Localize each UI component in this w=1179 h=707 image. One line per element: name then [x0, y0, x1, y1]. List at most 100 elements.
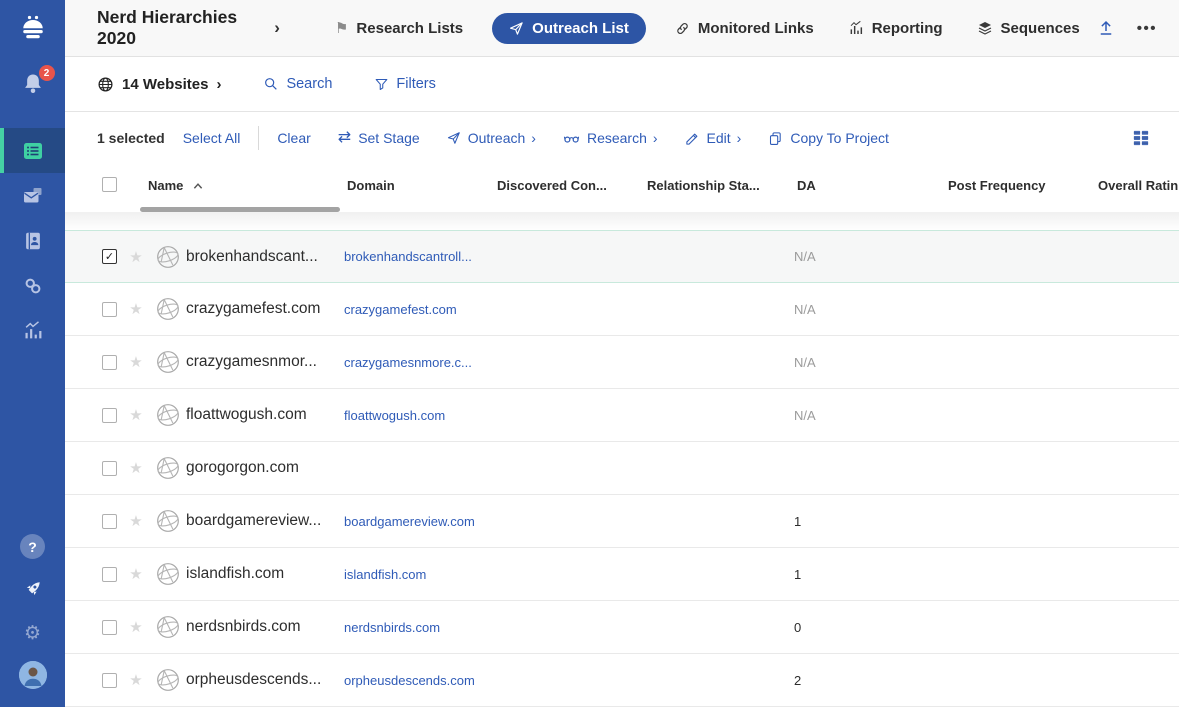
row-checkbox[interactable]: [102, 567, 117, 582]
user-avatar[interactable]: [19, 661, 47, 689]
search-button[interactable]: Search: [263, 76, 332, 92]
set-stage-button[interactable]: ⇄ Set Stage: [338, 130, 420, 146]
chevron-right-icon: ›: [531, 130, 536, 146]
link-icon: [22, 275, 44, 297]
chain-link-icon: [675, 21, 690, 36]
star-icon[interactable]: ★: [127, 353, 145, 371]
toolbar-divider: [258, 126, 259, 150]
table-row[interactable]: ★ floattwogush.comfloattwogush.com N/A: [65, 389, 1179, 442]
research-menu-button[interactable]: Research ›: [563, 130, 658, 147]
star-icon[interactable]: ★: [127, 248, 145, 266]
chevron-right-icon: ›: [653, 130, 658, 146]
more-menu-icon[interactable]: •••: [1137, 20, 1157, 37]
settings-gear-icon[interactable]: ⚙: [24, 624, 41, 643]
site-domain: boardgamereview.com: [344, 514, 494, 529]
domain-link[interactable]: crazygamefest.com: [344, 302, 457, 317]
copy-to-project-button[interactable]: Copy To Project: [768, 130, 889, 146]
filters-button[interactable]: Filters: [374, 76, 435, 92]
row-checkbox[interactable]: [102, 355, 117, 370]
star-icon[interactable]: ★: [127, 406, 145, 424]
site-name[interactable]: boardgamereview...: [186, 512, 344, 530]
edit-menu-button[interactable]: Edit ›: [685, 130, 742, 146]
column-header-domain[interactable]: Domain: [347, 178, 395, 193]
buzzstream-logo-icon[interactable]: [18, 13, 48, 48]
project-title-text: Nerd Hierarchies 2020: [97, 7, 265, 49]
star-icon[interactable]: ★: [127, 565, 145, 583]
row-checkbox[interactable]: [102, 408, 117, 423]
table-row[interactable]: ★crazygamefest.comcrazygamefest.comN/A: [65, 283, 1179, 336]
table-row[interactable]: ★ brokenhandscant...brokenhandscantroll..…: [65, 230, 1179, 283]
site-name[interactable]: floattwogush.com: [186, 406, 344, 424]
table-row[interactable]: ★boardgamereview...boardgamereview.com1: [65, 495, 1179, 548]
row-checkbox[interactable]: [102, 302, 117, 317]
tab-outreach-list[interactable]: Outreach List: [492, 13, 646, 44]
sidebar-item-projects[interactable]: [0, 128, 65, 173]
column-header-discovered[interactable]: Discovered Con...: [497, 178, 607, 193]
site-name[interactable]: orpheusdescends...: [186, 671, 344, 689]
table-row[interactable]: ★nerdsnbirds.comnerdsnbirds.com0: [65, 601, 1179, 654]
domain-link[interactable]: nerdsnbirds.com: [344, 620, 440, 635]
column-header-relationship[interactable]: Relationship Sta...: [647, 178, 760, 193]
row-checkbox[interactable]: [102, 673, 117, 688]
star-icon[interactable]: ★: [127, 300, 145, 318]
tab-sequences[interactable]: Sequences: [977, 20, 1080, 37]
paper-plane-icon: [447, 131, 461, 145]
domain-link[interactable]: boardgamereview.com: [344, 514, 475, 529]
domain-link[interactable]: brokenhandscantroll...: [344, 249, 472, 264]
table-row[interactable]: ★orpheusdescends...orpheusdescends.com2: [65, 654, 1179, 707]
column-header-post-frequency[interactable]: Post Frequency: [948, 178, 1046, 193]
clear-button[interactable]: Clear: [277, 130, 310, 146]
site-name[interactable]: islandfish.com: [186, 565, 344, 583]
row-checkbox[interactable]: [102, 514, 117, 529]
row-checkbox[interactable]: [102, 249, 117, 264]
site-domain: crazygamefest.com: [344, 302, 494, 317]
row-checkbox[interactable]: [102, 461, 117, 476]
tab-monitored-links[interactable]: Monitored Links: [675, 20, 814, 37]
site-favicon-globe-icon: [156, 615, 180, 639]
grid-view-icon[interactable]: [1133, 130, 1149, 146]
project-title[interactable]: Nerd Hierarchies 2020 ›: [97, 7, 280, 49]
da-cell: N/A: [794, 408, 945, 423]
star-icon[interactable]: ★: [127, 618, 145, 636]
sidebar-item-reports[interactable]: [0, 308, 65, 353]
sidebar-item-links[interactable]: [0, 263, 65, 308]
domain-link[interactable]: crazygamesnmore.c...: [344, 355, 472, 370]
column-header-name[interactable]: Name: [148, 178, 203, 193]
pencil-icon: [685, 131, 700, 146]
table-row[interactable]: ★islandfish.comislandfish.com1: [65, 548, 1179, 601]
site-name[interactable]: brokenhandscant...: [186, 248, 344, 266]
tab-reporting[interactable]: Reporting: [848, 20, 943, 37]
horizontal-scrollbar[interactable]: [140, 207, 340, 212]
star-icon[interactable]: ★: [127, 512, 145, 530]
row-checkbox[interactable]: [102, 620, 117, 635]
site-domain: orpheusdescends.com: [344, 673, 494, 688]
tab-research-lists[interactable]: ⚑ Research Lists: [335, 19, 463, 37]
help-icon[interactable]: ?: [20, 534, 45, 559]
site-name[interactable]: crazygamefest.com: [186, 300, 344, 318]
site-name[interactable]: crazygamesnmor...: [186, 353, 344, 371]
column-header-da[interactable]: DA: [797, 178, 816, 193]
domain-link[interactable]: floattwogush.com: [344, 408, 445, 423]
outreach-menu-button[interactable]: Outreach ›: [447, 130, 536, 146]
domain-link[interactable]: islandfish.com: [344, 567, 426, 582]
sidebar-item-contacts[interactable]: [0, 218, 65, 263]
export-upload-icon[interactable]: [1097, 19, 1115, 37]
star-icon[interactable]: ★: [127, 671, 145, 689]
select-all-button[interactable]: Select All: [183, 130, 241, 146]
site-favicon-globe-icon: [156, 456, 180, 480]
flag-icon: ⚑: [335, 19, 348, 37]
launch-rocket-icon[interactable]: [21, 577, 45, 606]
star-icon[interactable]: ★: [127, 459, 145, 477]
site-favicon-globe-icon: [156, 350, 180, 374]
select-all-checkbox[interactable]: [102, 177, 117, 192]
table-row[interactable]: ★crazygamesnmor...crazygamesnmore.c...N/…: [65, 336, 1179, 389]
websites-selector[interactable]: 14 Websites ›: [97, 76, 221, 93]
site-name[interactable]: nerdsnbirds.com: [186, 618, 344, 636]
table-row[interactable]: ★ gorogorgon.com: [65, 442, 1179, 495]
notifications-bell-icon[interactable]: 2: [20, 71, 46, 102]
site-name[interactable]: gorogorgon.com: [186, 459, 344, 477]
domain-link[interactable]: orpheusdescends.com: [344, 673, 475, 688]
main-area: Nerd Hierarchies 2020 › ⚑ Research Lists…: [65, 0, 1179, 707]
column-header-overall-rating[interactable]: Overall Ratin: [1098, 178, 1178, 193]
sidebar-item-inbox[interactable]: [0, 173, 65, 218]
